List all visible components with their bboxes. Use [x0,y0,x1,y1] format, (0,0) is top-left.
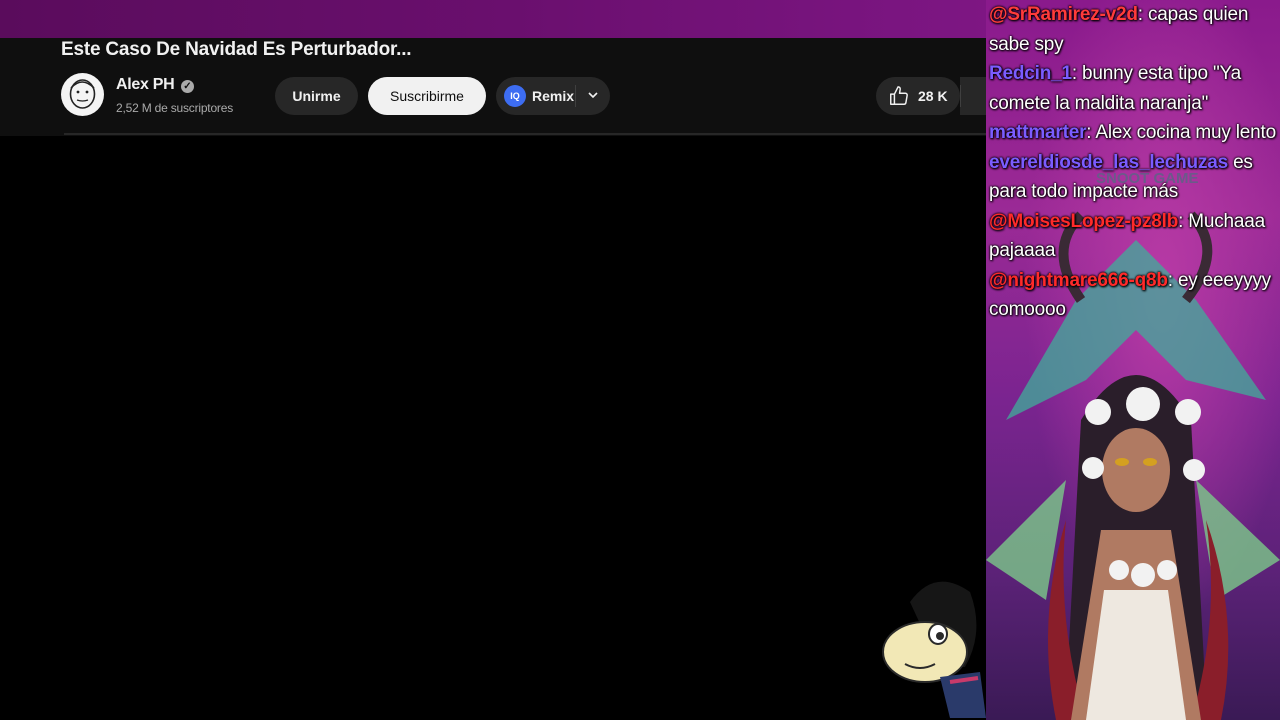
chat-overlay: @SrRamirez-v2d: capas quien sabe spy Redc… [989,0,1280,325]
subscriber-count: 2,52 M de suscriptores [116,101,233,115]
chat-message: evereldiosde_las_lechuzas es para todo i… [989,148,1280,207]
like-button[interactable]: 28 K [876,77,960,115]
channel-avatar[interactable] [61,73,104,116]
remix-button-label: Remix [532,88,575,104]
like-count: 28 K [918,88,948,104]
chat-message: @nightmare666-q8b: ey eeeyyyy comoooo [989,266,1280,325]
like-dislike-divider [960,85,961,107]
thumbs-up-icon [890,86,908,105]
remix-divider [575,85,576,107]
remix-logo-icon: IQ [504,85,526,107]
chat-username: @SrRamirez-v2d [989,4,1138,25]
chat-username: Redcin_1 [989,63,1072,84]
subscribe-button-label: Suscribirme [390,88,464,104]
chevron-down-icon[interactable] [587,89,599,101]
chat-message: @MoisesLopez-pz8lb: Muchaaa pajaaaa [989,207,1280,266]
join-button[interactable]: Unirme [275,77,358,115]
chat-message: Redcin_1: bunny esta tipo "Ya comete la … [989,59,1280,118]
verified-icon: ✓ [181,80,194,93]
chat-username: @MoisesLopez-pz8lb [989,210,1179,232]
video-title: Este Caso De Navidad Es Perturbador... [61,39,412,60]
dislike-button[interactable] [960,77,986,115]
chat-username: mattmarter [989,122,1087,143]
panel-divider [64,133,986,135]
chat-username: evereldiosde_las_lechuzas [989,151,1228,173]
chat-username: @nightmare666-q8b [989,269,1168,291]
subscribe-button[interactable]: Suscribirme [368,77,486,115]
youtube-video-info-panel: Este Caso De Navidad Es Perturbador... A… [0,38,986,136]
pony-mascot-illustration [882,581,986,718]
chat-message: @SrRamirez-v2d: capas quien sabe spy [989,0,1280,59]
chat-message: mattmarter: Alex cocina muy lento [989,118,1280,148]
channel-name[interactable]: Alex PH [116,76,175,94]
join-button-label: Unirme [292,88,341,104]
remix-button[interactable]: IQ Remix [496,77,610,115]
chat-message-text: : Alex cocina muy lento [1086,122,1276,143]
